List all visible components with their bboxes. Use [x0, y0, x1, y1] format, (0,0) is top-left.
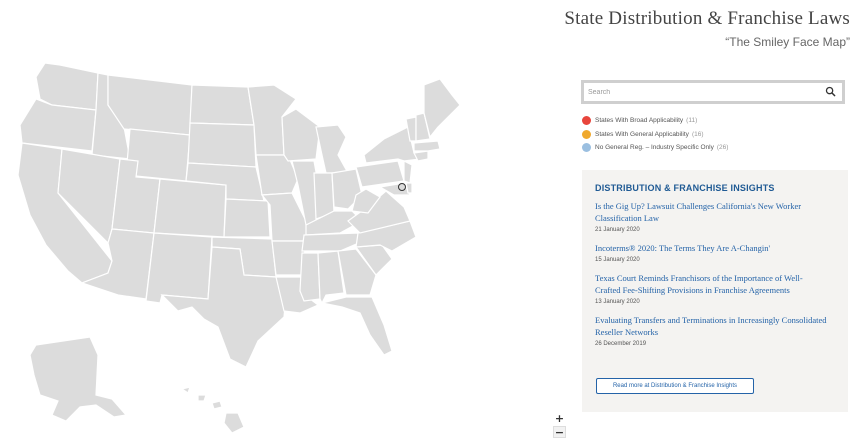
- read-more-button[interactable]: Read more at Distribution & Franchise In…: [596, 378, 754, 394]
- article-date: 15 January 2020: [595, 257, 640, 263]
- state-hawaii[interactable]: [180, 386, 245, 434]
- state-pennsylvania[interactable]: [355, 160, 405, 188]
- state-kansas[interactable]: [223, 198, 271, 238]
- search-box: [581, 80, 845, 104]
- legend-label: No General Reg. – Industry Specific Only: [595, 144, 714, 152]
- legend-count: (26): [716, 144, 729, 152]
- state-new-mexico[interactable]: [145, 232, 213, 304]
- article-link[interactable]: Evaluating Transfers and Terminations in…: [595, 314, 827, 338]
- insights-heading: DISTRIBUTION & FRANCHISE INSIGHTS: [595, 183, 775, 193]
- state-south-dakota[interactable]: [187, 122, 257, 168]
- article-item: Texas Court Reminds Franchisors of the I…: [595, 272, 827, 305]
- state-wisconsin[interactable]: [281, 108, 321, 162]
- article-link[interactable]: Is the Gig Up? Lawsuit Challenges Califo…: [595, 200, 827, 224]
- legend-item-general[interactable]: States With General Applicability (16): [582, 128, 842, 142]
- state-new-jersey[interactable]: [403, 160, 413, 184]
- legend-label: States With Broad Applicability: [595, 117, 684, 125]
- article-link[interactable]: Incoterms® 2020: The Terms They Are A-Ch…: [595, 242, 827, 254]
- article-date: 26 December 2019: [595, 341, 647, 347]
- article-item: Evaluating Transfers and Terminations in…: [595, 314, 827, 347]
- legend-count: (16): [691, 130, 704, 138]
- article-date: 21 January 2020: [595, 227, 640, 233]
- state-michigan[interactable]: [315, 124, 350, 174]
- article-item: Incoterms® 2020: The Terms They Are A-Ch…: [595, 242, 827, 263]
- legend-dot-blue: [582, 143, 591, 153]
- us-map: [0, 55, 480, 447]
- state-massachusetts[interactable]: [413, 140, 441, 152]
- state-colorado[interactable]: [153, 178, 227, 238]
- zoom-in-button[interactable]: +: [553, 413, 566, 425]
- search-icon[interactable]: [825, 86, 836, 97]
- state-alaska[interactable]: [29, 336, 128, 422]
- article-item: Is the Gig Up? Lawsuit Challenges Califo…: [595, 200, 827, 233]
- legend-dot-red: [582, 116, 591, 126]
- legend-item-broad[interactable]: States With Broad Applicability (11): [582, 114, 842, 128]
- state-mississippi[interactable]: [299, 252, 321, 302]
- legend-item-industry-specific[interactable]: No General Reg. – Industry Specific Only…: [582, 141, 842, 155]
- state-north-dakota[interactable]: [189, 84, 255, 126]
- legend: States With Broad Applicability (11) Sta…: [582, 114, 842, 155]
- zoom-out-button[interactable]: −: [553, 426, 566, 439]
- state-maine[interactable]: [423, 78, 461, 139]
- legend-count: (11): [686, 117, 698, 125]
- page-title: State Distribution & Franchise Laws: [564, 8, 850, 29]
- insights-panel: DISTRIBUTION & FRANCHISE INSIGHTS Is the…: [582, 170, 848, 412]
- district-of-columbia-marker[interactable]: [398, 183, 406, 191]
- contiguous-us: [17, 62, 461, 368]
- state-florida[interactable]: [321, 296, 393, 356]
- legend-label: States With General Applicability: [595, 130, 689, 138]
- us-map-svg: [17, 62, 461, 434]
- article-link[interactable]: Texas Court Reminds Franchisors of the I…: [595, 272, 827, 296]
- legend-dot-orange: [582, 129, 591, 139]
- page-subtitle: “The Smiley Face Map”: [725, 35, 850, 49]
- article-date: 13 January 2020: [595, 299, 640, 305]
- search-input[interactable]: [588, 84, 818, 100]
